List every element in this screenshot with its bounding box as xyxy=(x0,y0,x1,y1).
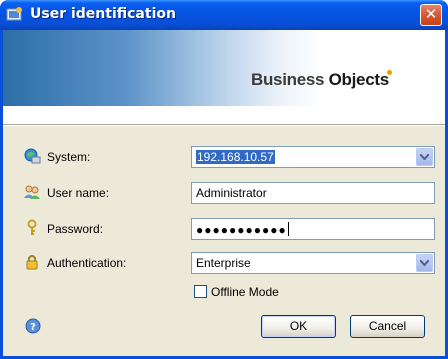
text-caret xyxy=(287,222,289,236)
password-input[interactable]: ●●●●●●●●●●● xyxy=(191,218,435,240)
business-objects-logo: Business Objects xyxy=(251,70,394,90)
login-dialog: User identification ✕ Business Objects S… xyxy=(0,0,448,359)
divider xyxy=(3,124,445,126)
username-input[interactable]: Administrator xyxy=(191,182,435,204)
svg-text:?: ? xyxy=(30,322,36,333)
password-label: Password: xyxy=(47,222,104,236)
app-icon xyxy=(6,7,22,21)
users-icon xyxy=(24,185,40,199)
dialog-body: Business Objects System: 192.168.10.57 U… xyxy=(3,30,445,356)
system-icon xyxy=(24,148,41,164)
authentication-combobox[interactable]: Enterprise xyxy=(191,252,435,274)
ok-button[interactable]: OK xyxy=(261,315,336,338)
brand-banner: Business Objects xyxy=(3,30,445,106)
username-label: User name: xyxy=(47,186,110,200)
authentication-value: Enterprise xyxy=(196,256,251,270)
offline-mode-label[interactable]: Offline Mode xyxy=(211,285,279,299)
banner-strip xyxy=(3,106,445,124)
system-dropdown-button[interactable] xyxy=(416,148,433,166)
offline-mode-checkbox[interactable] xyxy=(194,285,207,298)
close-button[interactable]: ✕ xyxy=(420,4,442,26)
close-icon: ✕ xyxy=(424,5,438,23)
window-title: User identification xyxy=(30,6,176,22)
lock-icon xyxy=(26,255,38,270)
title-bar[interactable]: User identification ✕ xyxy=(0,0,448,30)
key-icon xyxy=(27,219,37,235)
help-icon[interactable]: ? xyxy=(25,318,41,334)
authentication-label: Authentication: xyxy=(47,256,127,270)
system-combobox[interactable]: 192.168.10.57 xyxy=(191,146,435,168)
password-mask: ●●●●●●●●●●● xyxy=(196,223,287,237)
system-label: System: xyxy=(47,150,91,164)
chevron-down-icon xyxy=(420,260,429,266)
authentication-dropdown-button[interactable] xyxy=(416,254,433,272)
cancel-button[interactable]: Cancel xyxy=(350,315,425,338)
chevron-down-icon xyxy=(420,154,429,160)
system-value: 192.168.10.57 xyxy=(196,150,275,164)
